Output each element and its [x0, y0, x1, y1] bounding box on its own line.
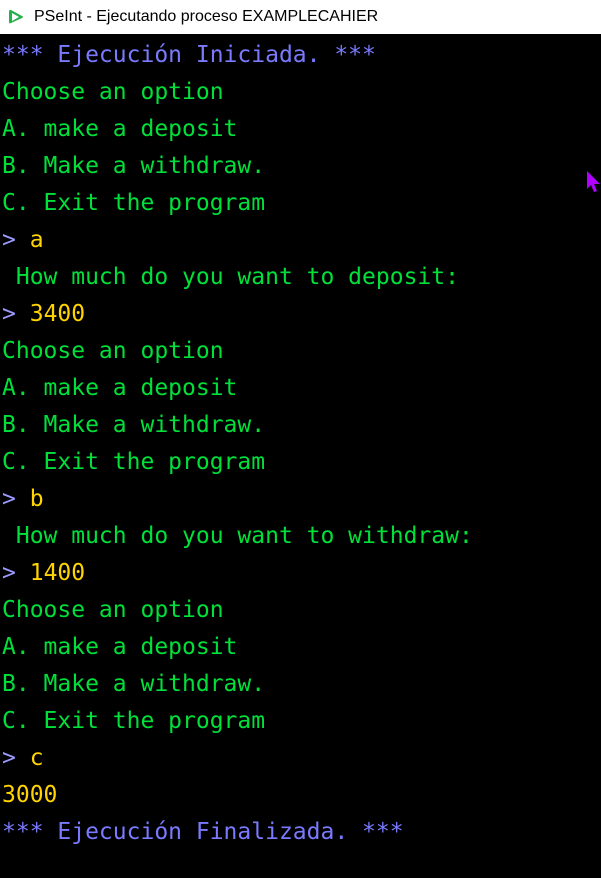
pseint-play-icon [6, 7, 26, 27]
prompt-symbol: > [2, 486, 16, 512]
window-title: PSeInt - Ejecutando proceso EXAMPLECAHIE… [34, 8, 379, 25]
menu-option-a: A. make a deposit [2, 375, 238, 401]
input-line: > b [0, 481, 601, 518]
execution-start-line: *** Ejecución Iniciada. *** [2, 42, 376, 68]
menu-option-a: A. make a deposit [2, 116, 238, 142]
deposit-question: How much do you want to deposit: [2, 264, 459, 290]
user-input: b [29, 486, 44, 512]
pseint-execution-window: PSeInt - Ejecutando proceso EXAMPLECAHIE… [0, 0, 601, 878]
menu-option-c: C. Exit the program [2, 190, 266, 216]
input-line: > a [0, 222, 601, 259]
prompt-symbol: > [2, 301, 16, 327]
menu-option-b: B. Make a withdraw. [2, 153, 266, 179]
menu-title: Choose an option [2, 597, 224, 623]
user-input: 3400 [29, 301, 86, 327]
balance-output: 3000 [2, 782, 58, 808]
input-line: > 3400 [0, 296, 601, 333]
menu-title: Choose an option [2, 338, 224, 364]
menu-option-b: B. Make a withdraw. [2, 412, 266, 438]
mouse-cursor-icon [587, 171, 600, 192]
user-input: c [29, 745, 44, 771]
input-line: > c [0, 740, 601, 777]
user-input: 1400 [29, 560, 86, 586]
prompt-symbol: > [2, 560, 16, 586]
menu-option-c: C. Exit the program [2, 449, 266, 475]
menu-title: Choose an option [2, 79, 224, 105]
prompt-symbol: > [2, 227, 16, 253]
user-input: a [29, 227, 44, 253]
console-output[interactable]: *** Ejecución Iniciada. *** Choose an op… [0, 37, 601, 878]
menu-option-b: B. Make a withdraw. [2, 671, 266, 697]
menu-option-a: A. make a deposit [2, 634, 238, 660]
input-line: > 1400 [0, 555, 601, 592]
menu-option-c: C. Exit the program [2, 708, 266, 734]
execution-end-line: *** Ejecución Finalizada. *** [2, 819, 404, 845]
prompt-symbol: > [2, 745, 16, 771]
title-bar[interactable]: PSeInt - Ejecutando proceso EXAMPLECAHIE… [0, 0, 601, 34]
withdraw-question: How much do you want to withdraw: [2, 523, 473, 549]
